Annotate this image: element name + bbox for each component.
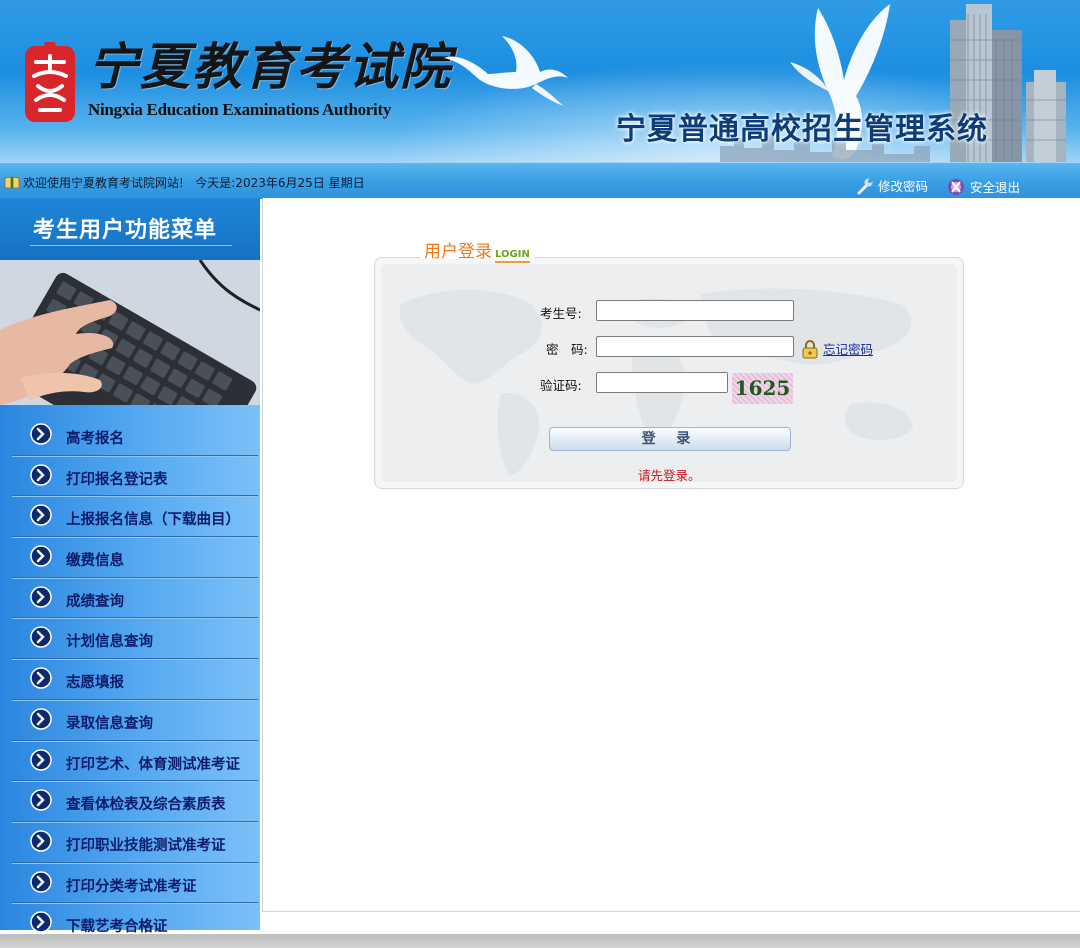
forgot-password-link[interactable]: 忘记密码: [823, 339, 873, 358]
menu-item-label: 打印报名登记表: [66, 471, 168, 488]
menu-item-label: 打印艺术、体育测试准考证: [66, 756, 240, 773]
circle-arrow-icon: [30, 545, 52, 567]
login-legend-title: 用户登录: [424, 242, 492, 262]
circle-arrow-icon: [30, 911, 52, 933]
circle-arrow-icon: [30, 586, 52, 608]
menu-item-view-health-form[interactable]: 查看体检表及综合素质表: [12, 781, 258, 822]
menu-item-label: 打印职业技能测试准考证: [66, 837, 226, 854]
circle-arrow-icon: [30, 870, 52, 893]
dove-icon: [444, 36, 568, 106]
menu-title-underline: [30, 245, 232, 246]
logout-link[interactable]: 安全退出: [946, 176, 1020, 196]
login-button[interactable]: 登 录: [549, 427, 791, 451]
exam-number-label: 考生号:: [540, 306, 582, 321]
password-label: 密 码:: [546, 342, 588, 357]
menu-item-label: 打印分类考试准考证: [66, 878, 197, 895]
change-password-label: 修改密码: [878, 179, 929, 194]
menu-item-print-registration-form[interactable]: 打印报名登记表: [12, 456, 258, 497]
menu-item-gaokao-registration[interactable]: 高考报名: [12, 415, 258, 456]
circle-arrow-icon: [30, 708, 52, 730]
keyboard-hands-image: [0, 260, 260, 405]
captcha-input[interactable]: [596, 372, 728, 393]
status-bar: 欢迎使用宁夏教育考试院网站! 今天是:2023年6月25日 星期日 修改密码 安…: [0, 162, 1080, 199]
menu-item-application-filling[interactable]: 志愿填报: [12, 659, 258, 700]
function-menu: 高考报名 打印报名登记表 上报报名信息（下载曲目） 缴费信息 成绩查询 计划信息…: [0, 405, 260, 944]
captcha-label: 验证码:: [540, 378, 582, 393]
change-password-link[interactable]: 修改密码: [856, 176, 928, 195]
circle-arrow-icon: [30, 463, 52, 486]
menu-item-print-classified-exam-ticket[interactable]: 打印分类考试准考证: [12, 863, 258, 904]
menu-item-label: 录取信息查询: [66, 715, 153, 732]
captcha-image[interactable]: 1625: [732, 373, 793, 404]
footer-bar: [0, 934, 1080, 948]
org-name-cn: 宁夏教育考试院: [88, 37, 452, 96]
welcome-line: 欢迎使用宁夏教育考试院网站! 今天是:2023年6月25日 星期日: [4, 174, 365, 191]
logout-icon: [948, 179, 964, 195]
menu-item-print-art-sports-ticket[interactable]: 打印艺术、体育测试准考证: [12, 741, 258, 782]
exam-number-input[interactable]: [596, 300, 794, 321]
login-legend-en: LOGIN: [495, 249, 530, 263]
menu-item-admission-query[interactable]: 录取信息查询: [12, 700, 258, 741]
menu-item-label: 查看体检表及综合素质表: [66, 797, 226, 814]
menu-item-label: 成绩查询: [66, 593, 124, 610]
circle-arrow-icon: [30, 504, 52, 527]
welcome-text: 欢迎使用宁夏教育考试院网站!: [23, 176, 184, 190]
circle-arrow-icon: [30, 830, 52, 852]
lock-icon: [802, 340, 818, 359]
menu-item-payment-info[interactable]: 缴费信息: [12, 537, 258, 578]
book-icon: [4, 176, 20, 189]
circle-arrow-icon: [30, 748, 52, 771]
menu-item-label: 志愿填报: [66, 675, 124, 692]
circle-arrow-icon: [30, 789, 52, 811]
menu-item-plan-query[interactable]: 计划信息查询: [12, 618, 258, 660]
menu-header: 考生用户功能菜单: [0, 198, 260, 260]
menu-item-label: 上报报名信息（下载曲目）: [66, 512, 240, 529]
menu-title: 考生用户功能菜单: [33, 218, 218, 243]
system-title: 宁夏普通高校招生管理系统: [616, 112, 988, 147]
circle-arrow-icon: [30, 423, 52, 445]
login-message: 请先登录。: [638, 468, 701, 483]
circle-arrow-icon: [30, 626, 52, 649]
seal-logo-icon: [25, 42, 75, 122]
menu-item-score-query[interactable]: 成绩查询: [12, 578, 258, 619]
org-name-en: Ningxia Education Examinations Authority: [88, 100, 392, 119]
sidebar: 考生用户功能菜单 高考报名 打印报名登记表 上报报名信息（下载曲目） 缴费信息 …: [0, 198, 260, 944]
menu-item-label: 计划信息查询: [66, 634, 153, 651]
menu-item-submit-registration-info[interactable]: 上报报名信息（下载曲目）: [12, 496, 258, 538]
logout-label: 安全退出: [970, 180, 1021, 195]
menu-item-label: 高考报名: [66, 431, 124, 447]
login-legend: 用户登录 LOGIN: [420, 237, 534, 263]
date-text: 今天是:2023年6月25日 星期日: [195, 176, 365, 190]
page-header: 宁夏教育考试院 Ningxia Education Examinations A…: [0, 0, 1080, 162]
wrench-icon: [857, 178, 873, 195]
menu-item-print-vocational-ticket[interactable]: 打印职业技能测试准考证: [12, 822, 258, 863]
password-input[interactable]: [596, 336, 794, 357]
keyboard-photo: [0, 260, 260, 405]
circle-arrow-icon: [30, 667, 52, 689]
menu-item-label: 缴费信息: [66, 553, 124, 570]
